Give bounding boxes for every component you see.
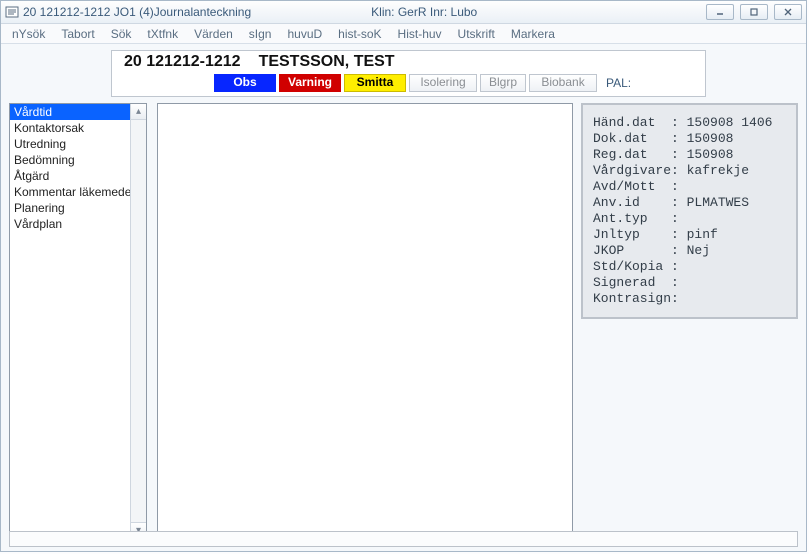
section-item[interactable]: Vårdtid <box>10 104 130 120</box>
section-item[interactable]: Kontaktorsak <box>10 120 130 136</box>
maximize-button[interactable] <box>740 4 768 20</box>
status-bar <box>9 531 798 547</box>
btn-biobank[interactable]: Biobank <box>529 74 597 92</box>
meta-row: Kontrasign: <box>593 291 786 307</box>
pal-label: PAL: <box>606 76 631 90</box>
meta-row: Dok.dat : 150908 <box>593 131 786 147</box>
app-window: 20 121212-1212 JO1 (4)Journalanteckning … <box>0 0 807 552</box>
section-item[interactable]: Vårdplan <box>10 216 130 232</box>
app-icon <box>5 5 19 19</box>
menu-huvud[interactable]: huvuD <box>280 26 329 42</box>
meta-row: JKOP : Nej <box>593 243 786 259</box>
section-item[interactable]: Kommentar läkemedel <box>10 184 130 200</box>
window-klin: Klin: GerR Inr: Lubo <box>371 5 477 19</box>
menu-txtfnk[interactable]: tXtfnk <box>140 26 185 42</box>
btn-isolering[interactable]: Isolering <box>409 74 477 92</box>
meta-row: Vårdgivare: kafrekje <box>593 163 786 179</box>
meta-row: Signerad : <box>593 275 786 291</box>
patient-bar: 20 121212-1212 TESTSSON, TEST Obs Varnin… <box>111 50 706 97</box>
patient-id: 20 121212-1212 <box>124 53 241 71</box>
meta-row: Händ.dat : 150908 1406 <box>593 115 786 131</box>
tag-obs[interactable]: Obs <box>214 74 276 92</box>
menu-nysok[interactable]: nYsök <box>5 26 52 42</box>
menu-sok[interactable]: Sök <box>104 26 139 42</box>
menu-markera[interactable]: Markera <box>504 26 562 42</box>
meta-row: Reg.dat : 150908 <box>593 147 786 163</box>
titlebar: 20 121212-1212 JO1 (4)Journalanteckning … <box>1 1 806 24</box>
section-list[interactable]: VårdtidKontaktorsakUtredningBedömningÅtg… <box>9 103 147 539</box>
list-scrollbar[interactable]: ▴ ▾ <box>130 104 146 538</box>
btn-blgrp[interactable]: Blgrp <box>480 74 526 92</box>
window-title: 20 121212-1212 JO1 (4)Journalanteckning <box>23 5 251 19</box>
work-area: VårdtidKontaktorsakUtredningBedömningÅtg… <box>1 101 806 539</box>
menu-sign[interactable]: sIgn <box>242 26 279 42</box>
meta-box: Händ.dat : 150908 1406Dok.dat : 150908Re… <box>581 103 798 319</box>
meta-row: Avd/Mott : <box>593 179 786 195</box>
menu-utskrift[interactable]: Utskrift <box>451 26 502 42</box>
note-editor[interactable] <box>157 103 573 539</box>
menu-bar: nYsök Tabort Sök tXtfnk Värden sIgn huvu… <box>1 24 806 44</box>
meta-row: Anv.id : PLMATWES <box>593 195 786 211</box>
section-item[interactable]: Bedömning <box>10 152 130 168</box>
patient-name: TESTSSON, TEST <box>259 53 395 71</box>
menu-histsok[interactable]: hist-soK <box>331 26 388 42</box>
menu-varden[interactable]: Värden <box>187 26 240 42</box>
scroll-up-icon[interactable]: ▴ <box>131 104 146 120</box>
minimize-button[interactable] <box>706 4 734 20</box>
meta-row: Std/Kopia : <box>593 259 786 275</box>
section-item[interactable]: Utredning <box>10 136 130 152</box>
meta-row: Jnltyp : pinf <box>593 227 786 243</box>
menu-histhuv[interactable]: Hist-huv <box>391 26 449 42</box>
tag-varning[interactable]: Varning <box>279 74 341 92</box>
meta-panel: Händ.dat : 150908 1406Dok.dat : 150908Re… <box>579 103 798 539</box>
menu-tabort[interactable]: Tabort <box>54 26 101 42</box>
tag-smitta[interactable]: Smitta <box>344 74 406 92</box>
meta-row: Ant.typ : <box>593 211 786 227</box>
section-item[interactable]: Åtgärd <box>10 168 130 184</box>
close-button[interactable] <box>774 4 802 20</box>
section-item[interactable]: Planering <box>10 200 130 216</box>
